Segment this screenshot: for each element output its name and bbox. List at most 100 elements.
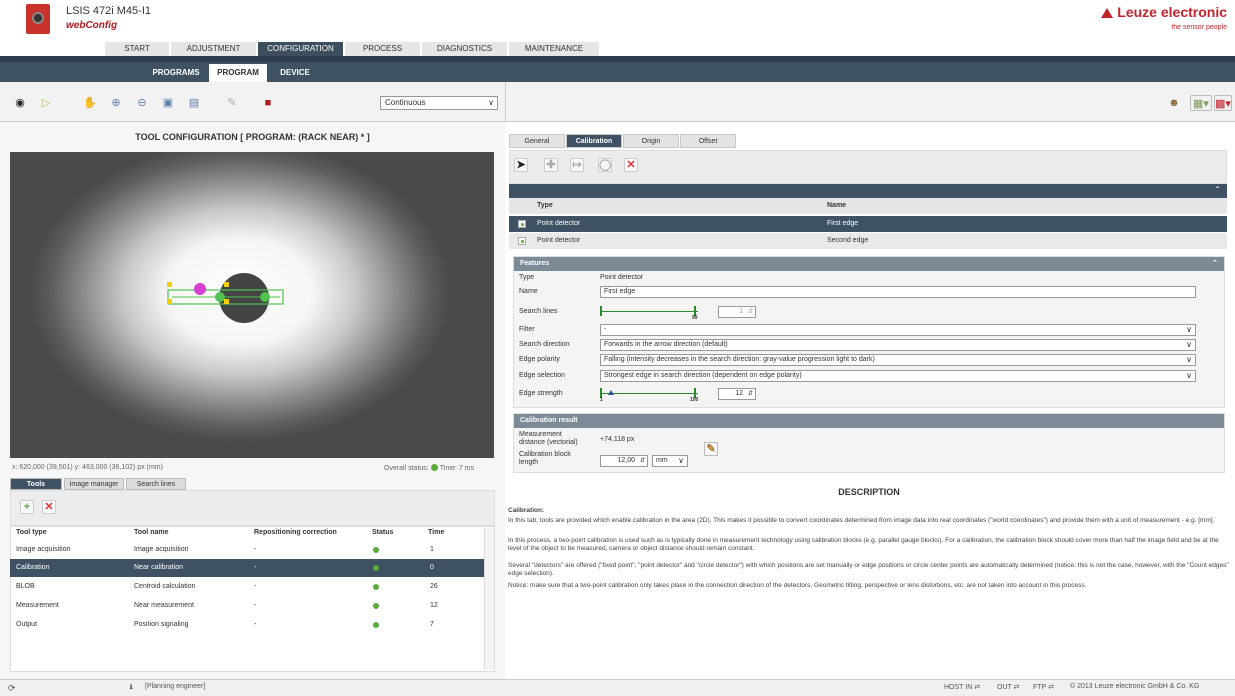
filter-value: - bbox=[604, 326, 607, 333]
search-direction-value: Forwards in the arrow direction (default… bbox=[604, 341, 728, 348]
col-type[interactable]: Type bbox=[537, 198, 553, 214]
tab-configuration[interactable]: CONFIGURATION bbox=[258, 42, 343, 56]
tab-offset[interactable]: Offset bbox=[680, 134, 736, 148]
col-tool-type[interactable]: Tool type bbox=[16, 526, 47, 540]
user-role: [Planning engineer] bbox=[145, 683, 206, 690]
table-row[interactable]: Measurement Near measurement - 12 bbox=[10, 597, 484, 615]
name-input[interactable]: First edge bbox=[600, 286, 1196, 298]
subtab-device[interactable]: DEVICE bbox=[270, 64, 320, 82]
filter-select[interactable]: - ∨ bbox=[600, 324, 1196, 336]
table-row[interactable]: Image acquisition Image acquisition - 1 bbox=[10, 541, 484, 559]
description-heading: Calibration: bbox=[508, 507, 545, 514]
handle-top-mid[interactable] bbox=[224, 282, 229, 287]
edge-strength-slider[interactable] bbox=[602, 393, 698, 394]
detector-row-selected[interactable]: Point detector First edge bbox=[509, 216, 1227, 232]
camera-icon[interactable]: ◉ bbox=[12, 95, 28, 111]
handle-bottom-left[interactable] bbox=[167, 299, 172, 304]
edge-strength-spinner[interactable]: 12 ⇵ bbox=[718, 388, 756, 400]
point-detector-icon[interactable]: ↦ bbox=[570, 158, 584, 172]
col-status[interactable]: Status bbox=[372, 526, 393, 540]
search-lines-slider[interactable] bbox=[602, 311, 698, 312]
spinner-arrows-icon[interactable]: ⇵ bbox=[748, 389, 753, 399]
edge-polarity-value: Falling (intensity decreases in the sear… bbox=[604, 356, 875, 363]
tab-tools[interactable]: Tools bbox=[10, 478, 62, 490]
tab-maintenance[interactable]: MAINTENANCE bbox=[509, 42, 599, 56]
unit-select[interactable]: mm ∨ bbox=[652, 455, 688, 467]
users-icon[interactable]: ☻ bbox=[1166, 95, 1182, 111]
tool-name-cell: Near calibration bbox=[134, 564, 184, 571]
edge-strength-min: 1 bbox=[600, 397, 603, 403]
collapse-icon[interactable]: ⌃ bbox=[1212, 257, 1218, 271]
edge-selection-select[interactable]: Strongest edge in search direction (depe… bbox=[600, 370, 1196, 382]
circle-detector-icon[interactable]: ◯ bbox=[598, 158, 612, 172]
ftp-status: FTP ⇄ bbox=[1033, 683, 1054, 691]
tool-type-cell: Output bbox=[16, 621, 38, 628]
search-lines-thumb[interactable] bbox=[600, 306, 602, 316]
fixed-point-icon[interactable]: ✚ bbox=[544, 158, 558, 172]
zoom-out-icon[interactable]: ⊖ bbox=[134, 95, 150, 111]
pencil-icon[interactable]: ✎ bbox=[224, 95, 240, 111]
edge-strength-thumb[interactable] bbox=[608, 390, 614, 395]
capture-mode-select[interactable]: Continuous ∨ bbox=[380, 96, 498, 110]
tab-start[interactable]: START bbox=[105, 42, 169, 56]
tab-image-manager[interactable]: Image manager bbox=[64, 478, 124, 490]
collapse-icon[interactable]: ⌃ bbox=[1214, 185, 1221, 194]
status-ok-icon bbox=[430, 464, 438, 471]
save-to-device-icon[interactable]: ■ bbox=[260, 95, 276, 111]
zoom-actual-icon[interactable]: ▤ bbox=[186, 95, 202, 111]
tab-adjustment[interactable]: ADJUSTMENT bbox=[171, 42, 256, 56]
hand-icon[interactable]: ✋ bbox=[82, 95, 98, 111]
tab-origin[interactable]: Origin bbox=[623, 134, 679, 148]
tab-calibration[interactable]: Calibration bbox=[566, 134, 622, 148]
zoom-fit-icon[interactable]: ▣ bbox=[160, 95, 176, 111]
spinner-arrows-icon[interactable]: ⇵ bbox=[640, 456, 645, 466]
settings-dropdown-icon[interactable]: ▦▾ bbox=[1190, 95, 1212, 111]
col-tool-name[interactable]: Tool name bbox=[134, 526, 168, 540]
play-icon[interactable]: ▷ bbox=[38, 95, 54, 111]
edge-selection-value: Strongest edge in search direction (depe… bbox=[604, 372, 802, 379]
camera-image[interactable] bbox=[10, 152, 494, 458]
table-row[interactable]: BLOB Centroid calculation - 26 bbox=[10, 578, 484, 596]
search-direction-select[interactable]: Forwards in the arrow direction (default… bbox=[600, 339, 1196, 351]
overall-time: Time: 7 ms bbox=[439, 465, 475, 472]
second-edge-marker[interactable] bbox=[260, 292, 270, 302]
language-dropdown-icon[interactable]: ▩▾ bbox=[1214, 95, 1232, 111]
time-cell: 1 bbox=[430, 546, 434, 553]
handle-top-left[interactable] bbox=[167, 282, 172, 287]
refresh-icon[interactable]: ⟳ bbox=[8, 683, 16, 694]
detector-row[interactable]: Point detector Second edge bbox=[509, 233, 1227, 249]
detector-type: Point detector bbox=[537, 220, 581, 227]
subtab-program[interactable]: PROGRAM bbox=[209, 64, 267, 82]
spinner-arrows-icon[interactable]: ⇵ bbox=[748, 307, 753, 317]
col-name[interactable]: Name bbox=[827, 198, 846, 214]
tab-diagnostics[interactable]: DIAGNOSTICS bbox=[422, 42, 507, 56]
zoom-in-icon[interactable]: ⊕ bbox=[108, 95, 124, 111]
tools-scrollbar[interactable] bbox=[484, 528, 494, 670]
edge-polarity-select[interactable]: Falling (intensity decreases in the sear… bbox=[600, 354, 1196, 366]
repositioning-cell: - bbox=[254, 621, 257, 628]
tab-general[interactable]: General bbox=[509, 134, 565, 148]
add-tool-icon[interactable]: + bbox=[20, 500, 34, 514]
type-value: Point detector bbox=[600, 274, 644, 281]
first-edge-marker[interactable] bbox=[215, 292, 225, 302]
tools-toolbar bbox=[10, 490, 495, 526]
tab-process[interactable]: PROCESS bbox=[345, 42, 420, 56]
tool-config-title: TOOL CONFIGURATION [ PROGRAM: (RACK NEAR… bbox=[135, 132, 370, 142]
calibrate-icon[interactable]: ✎ bbox=[704, 442, 718, 456]
delete-tool-icon[interactable]: ✕ bbox=[42, 500, 56, 514]
status-ok-icon bbox=[373, 603, 379, 609]
search-lines-spinner[interactable]: 1 ⇵ bbox=[718, 306, 756, 318]
time-cell: 0 bbox=[430, 564, 434, 571]
block-length-spinner[interactable]: 12,00 ⇵ bbox=[600, 455, 648, 467]
table-row[interactable]: Output Position signaling - 7 bbox=[10, 616, 484, 634]
col-repositioning[interactable]: Repositioning correction bbox=[254, 526, 337, 540]
select-pointer-icon[interactable]: ➤ bbox=[514, 158, 528, 172]
app-name: webConfig bbox=[66, 20, 118, 31]
table-row-selected[interactable]: Calibration Near calibration - 0 bbox=[10, 559, 484, 577]
col-time[interactable]: Time bbox=[428, 526, 444, 540]
subtab-programs[interactable]: PROGRAMS bbox=[146, 64, 206, 82]
tab-search-lines[interactable]: Search lines bbox=[126, 478, 186, 490]
delete-detector-icon[interactable]: ✕ bbox=[624, 158, 638, 172]
origin-marker[interactable] bbox=[194, 283, 206, 295]
handle-bottom-mid[interactable] bbox=[224, 299, 229, 304]
